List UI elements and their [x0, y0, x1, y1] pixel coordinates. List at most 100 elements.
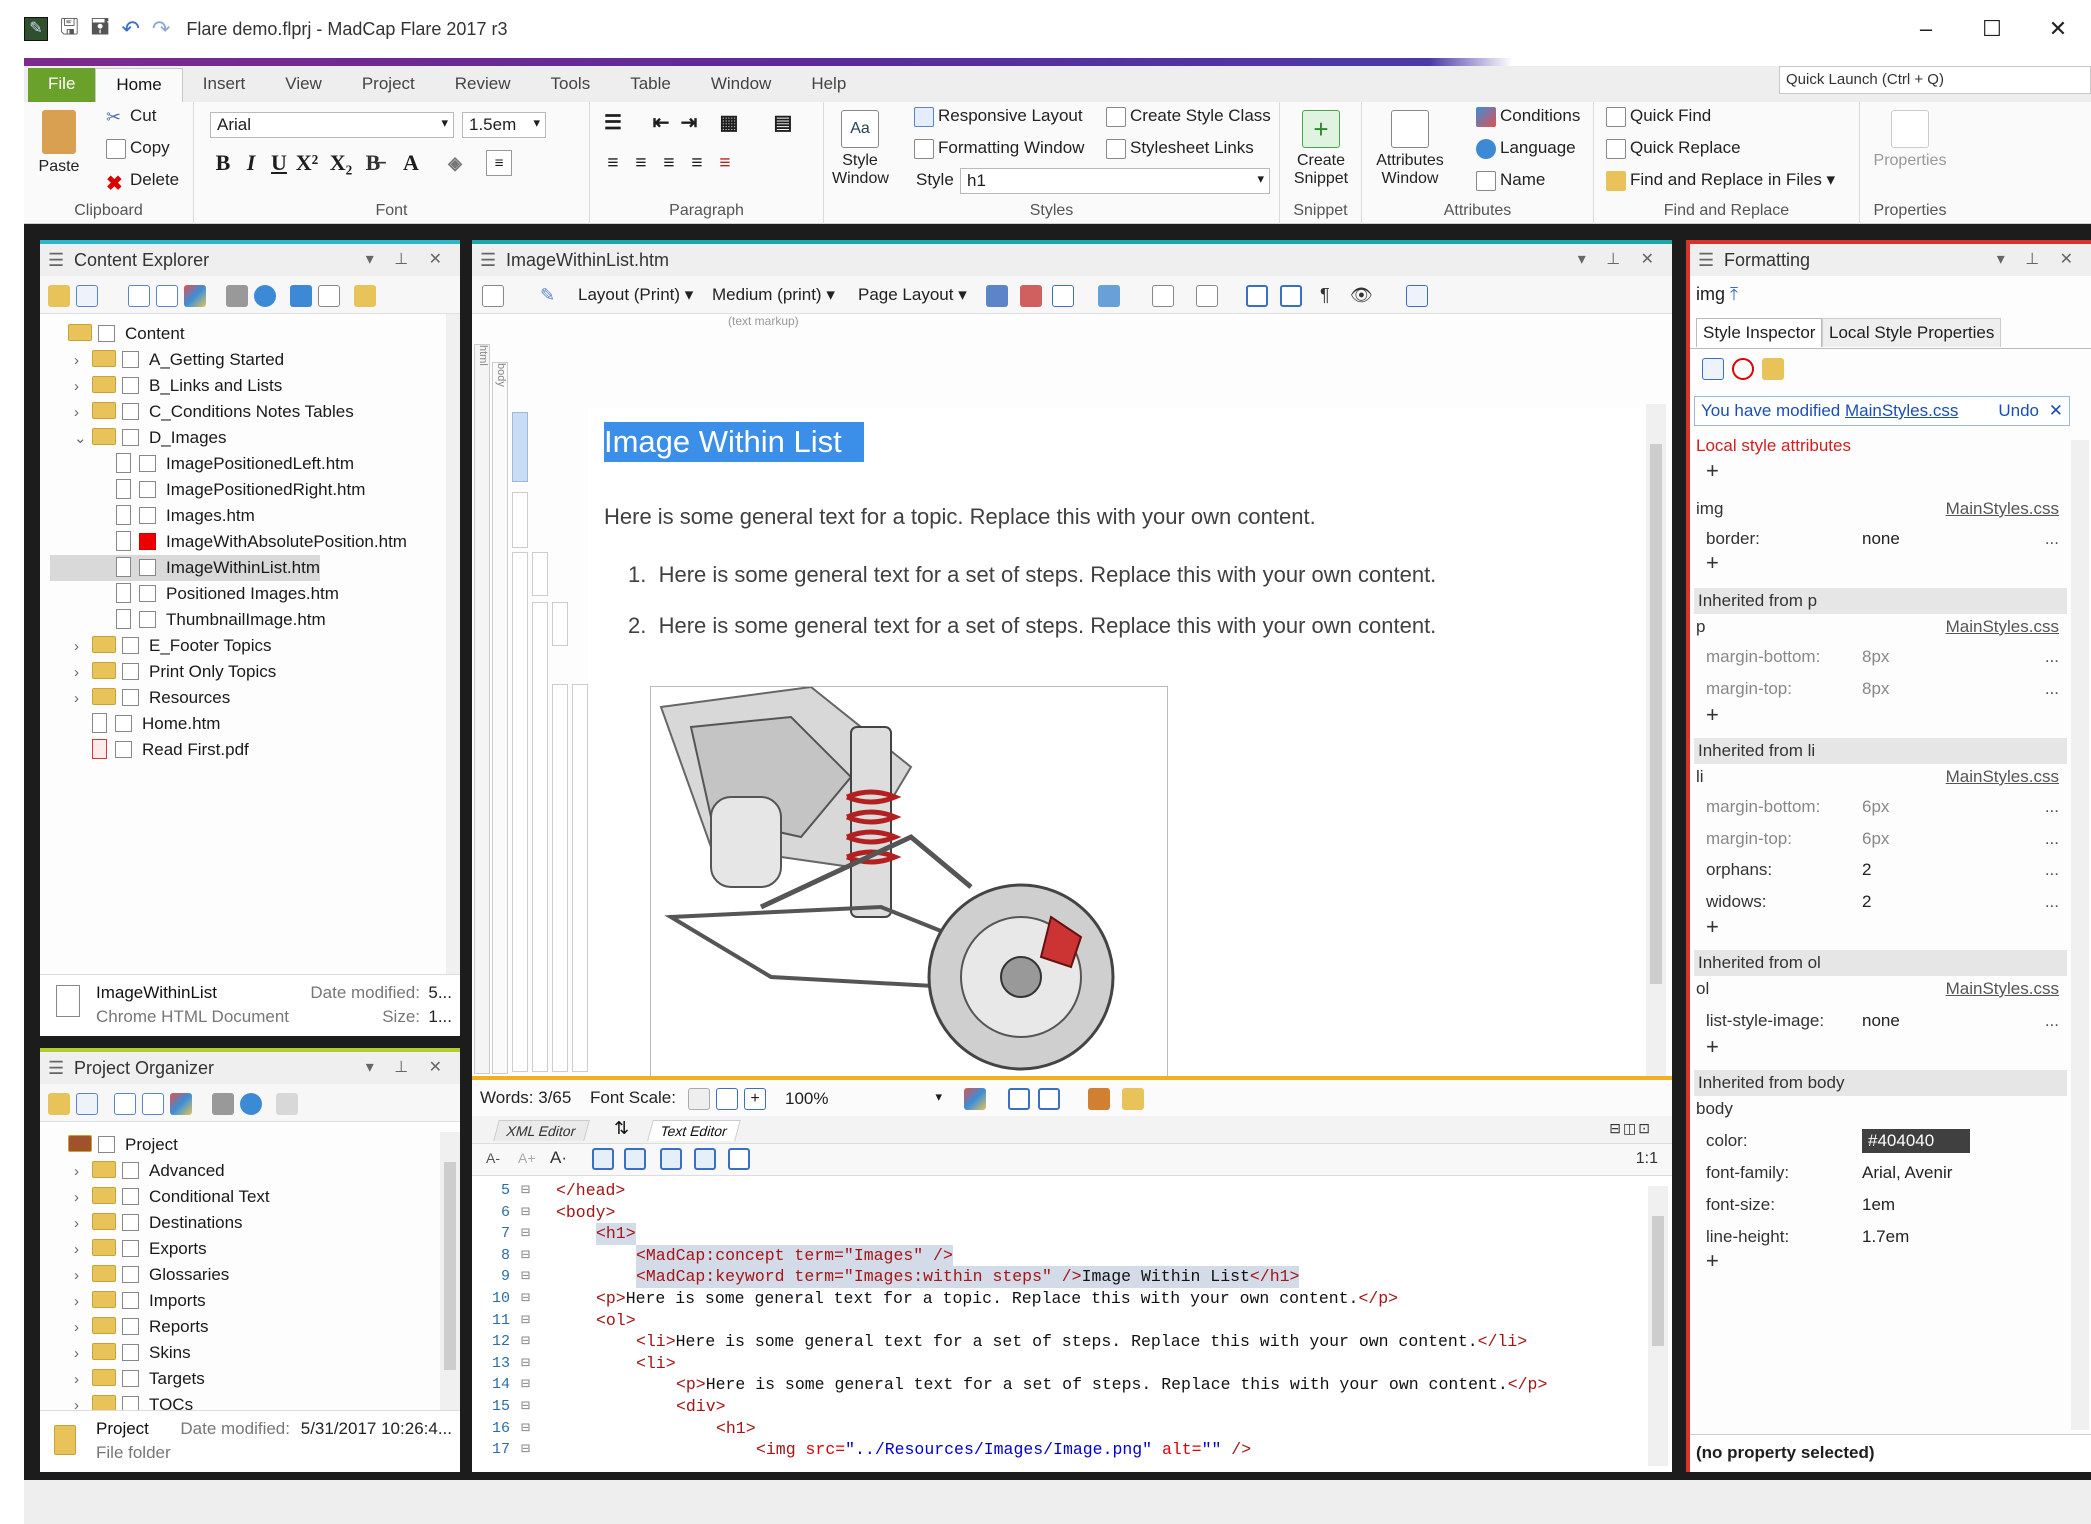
project-organizer-tree-item[interactable]: › Targets — [50, 1366, 205, 1392]
code-line[interactable]: <MadCap:concept term="Images" /> — [636, 1244, 953, 1267]
item-checkbox[interactable] — [139, 533, 156, 550]
item-checkbox[interactable] — [122, 689, 139, 706]
code-line[interactable]: <p>Here is some general text for a set o… — [676, 1374, 1547, 1396]
p-stylesheet-link[interactable]: MainStyles.css — [1946, 612, 2059, 642]
scrollbar[interactable] — [440, 1132, 460, 1414]
body-font-size-row[interactable]: font-size: 1em — [1698, 1190, 2067, 1220]
tab-local-style-properties[interactable]: Local Style Properties — [1822, 318, 2002, 347]
content-explorer-tree-item[interactable]: Content — [50, 321, 185, 347]
decrease-font-icon[interactable]: A- — [486, 1150, 500, 1166]
item-checkbox[interactable] — [122, 1318, 139, 1335]
code-scrollbar[interactable] — [1648, 1186, 1668, 1466]
project-organizer-tree-item[interactable]: Project — [50, 1132, 178, 1158]
fold-marker-icon[interactable]: ⊟ — [516, 1180, 530, 1202]
prop-more-button[interactable]: ... — [2045, 855, 2059, 885]
tab-review[interactable]: Review — [435, 68, 531, 102]
item-checkbox[interactable] — [122, 403, 139, 420]
ol-structure-bar[interactable] — [512, 552, 528, 1072]
align-center-icon[interactable]: ≡ — [628, 150, 654, 176]
format-painter-icon[interactable]: ≡ — [486, 150, 512, 176]
font-family-select[interactable]: Arial — [210, 112, 454, 138]
add-p-attribute-button[interactable]: + — [1706, 702, 1719, 728]
item-checkbox[interactable] — [122, 637, 139, 654]
save-style-icon[interactable] — [1762, 358, 1784, 380]
preview-icon[interactable] — [318, 285, 340, 307]
attributes-window-button[interactable]: Attributes Window — [1370, 110, 1450, 188]
quick-launch-input[interactable]: Quick Launch (Ctrl + Q) — [1779, 66, 2091, 94]
scrollbar-thumb[interactable] — [444, 1162, 456, 1370]
condition-tag-icon[interactable] — [226, 285, 248, 307]
scrollbar[interactable] — [446, 314, 460, 978]
content-explorer-tree-item[interactable]: ImageWithAbsolutePosition.htm — [50, 529, 407, 555]
item-checkbox[interactable] — [122, 377, 139, 394]
item-checkbox[interactable] — [122, 1266, 139, 1283]
project-organizer-tree-item[interactable]: › Destinations — [50, 1210, 243, 1236]
li-margin-bottom-row[interactable]: margin-bottom: 6px... — [1698, 792, 2067, 822]
expand-chevron-icon[interactable]: › — [74, 1367, 92, 1393]
expand-chevron-icon[interactable]: › — [74, 1263, 92, 1289]
item-checkbox[interactable] — [139, 507, 156, 524]
visibility-icon[interactable]: 👁 — [1350, 285, 1373, 307]
zoom-select[interactable]: 100% — [778, 1086, 948, 1112]
suspension-image[interactable] — [650, 685, 1168, 1078]
item-checkbox[interactable] — [122, 1344, 139, 1361]
mmx-icon[interactable] — [1088, 1088, 1110, 1110]
item-checkbox[interactable] — [122, 1292, 139, 1309]
code-line[interactable]: <p>Here is some general text for a topic… — [596, 1288, 1398, 1310]
preview-icon[interactable] — [986, 285, 1008, 307]
stylesheet-links-button[interactable]: Stylesheet Links — [1106, 138, 1254, 159]
track-changes-icon[interactable] — [1406, 285, 1428, 307]
swap-editors-icon[interactable]: ⇅ — [614, 1118, 629, 1139]
p-structure-bar-2[interactable] — [552, 602, 568, 646]
code-line[interactable]: <body> — [556, 1202, 615, 1224]
add-local-attribute-button[interactable]: + — [1706, 458, 1719, 484]
item-checkbox[interactable] — [98, 1136, 115, 1153]
item-checkbox[interactable] — [122, 663, 139, 680]
select-parent-icon[interactable]: ⤒ — [1730, 284, 1738, 304]
expand-chevron-icon[interactable]: › — [74, 348, 92, 374]
tab-help[interactable]: Help — [791, 68, 866, 102]
ol-list-style-image-row[interactable]: list-style-image: none... — [1698, 1006, 2067, 1036]
new-file-icon[interactable] — [76, 1093, 98, 1115]
prop-more-button[interactable]: ... — [2045, 674, 2059, 704]
item-checkbox[interactable] — [122, 1370, 139, 1387]
expand-chevron-icon[interactable]: › — [74, 686, 92, 712]
h1-structure-bar-2[interactable] — [572, 684, 588, 1072]
font-size-select[interactable]: 1.5em — [462, 112, 546, 138]
content-explorer-tree-item[interactable]: › B_Links and Lists — [50, 373, 282, 399]
p-margin-bottom-row[interactable]: margin-bottom: 8px... — [1698, 642, 2067, 672]
add-body-attribute-button[interactable]: + — [1706, 1248, 1719, 1274]
li-widows-row[interactable]: widows: 2... — [1698, 887, 2067, 917]
save-all-icon[interactable]: 🖬 — [91, 10, 110, 48]
li-margin-top-row[interactable]: margin-top: 6px... — [1698, 824, 2067, 854]
redo-icon[interactable]: ↷ — [152, 16, 170, 42]
dismiss-icon[interactable]: ✕ — [2049, 397, 2063, 425]
conditions-view-icon[interactable] — [1098, 285, 1120, 307]
tag-icon[interactable] — [624, 1148, 646, 1170]
code-scrollbar-thumb[interactable] — [1652, 1216, 1664, 1346]
topic-heading[interactable]: Image Within List — [604, 422, 864, 462]
ruler-icon[interactable] — [1122, 1088, 1144, 1110]
tab-tools[interactable]: Tools — [531, 68, 611, 102]
expand-chevron-icon[interactable]: › — [74, 1315, 92, 1341]
formatting-scrollbar[interactable] — [2071, 440, 2089, 1430]
project-organizer-tree-item[interactable]: › Advanced — [50, 1158, 225, 1184]
conditions-button[interactable]: Conditions — [1476, 106, 1580, 127]
item-checkbox[interactable] — [139, 455, 156, 472]
li-structure-bar[interactable] — [532, 552, 548, 596]
responsive-layout-button[interactable]: Responsive Layout — [914, 106, 1083, 127]
li-stylesheet-link[interactable]: MainStyles.css — [1946, 762, 2059, 792]
tab-home[interactable]: Home — [95, 68, 183, 102]
show-tags-icon[interactable] — [1052, 285, 1074, 307]
highlight-icon[interactable]: ◈ — [442, 150, 468, 176]
bullet-list-icon[interactable]: ☰ — [600, 110, 626, 136]
variables-icon[interactable] — [1196, 285, 1218, 307]
body-font-family-row[interactable]: font-family: Arial, Avenir — [1698, 1158, 2067, 1188]
expand-chevron-icon[interactable]: › — [74, 1341, 92, 1367]
increase-font-icon[interactable]: A+ — [518, 1150, 536, 1166]
tab-file[interactable]: File — [28, 68, 96, 102]
list-item-1[interactable]: 1. Here is some general text for a set o… — [628, 562, 1436, 588]
content-explorer-tree-item[interactable]: Home.htm — [50, 711, 220, 737]
folder-icon[interactable] — [48, 1093, 70, 1115]
pane-controls[interactable]: ▾ ⊥ ✕ — [366, 244, 450, 276]
